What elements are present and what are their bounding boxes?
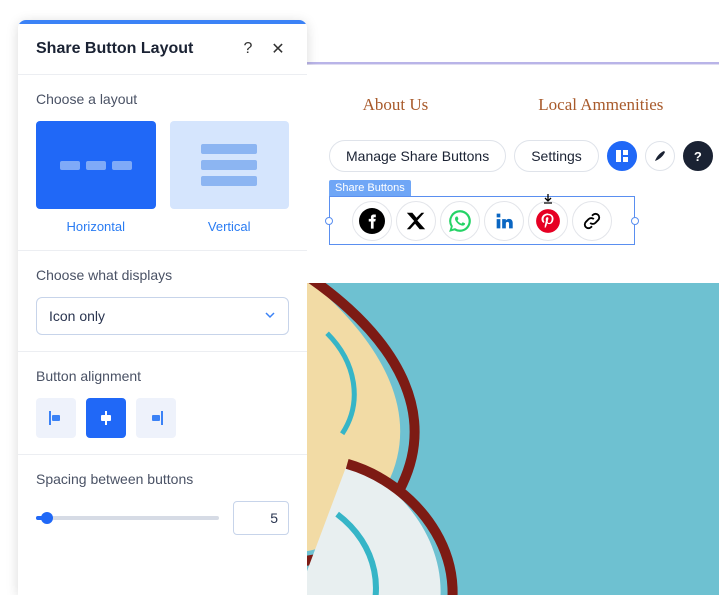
pinterest-icon[interactable] bbox=[528, 201, 568, 241]
manage-share-button[interactable]: Manage Share Buttons bbox=[329, 140, 506, 172]
spacing-label: Spacing between buttons bbox=[36, 471, 289, 487]
x-twitter-icon[interactable] bbox=[396, 201, 436, 241]
nav-about[interactable]: About Us bbox=[363, 95, 429, 115]
displays-select[interactable]: Icon only bbox=[36, 297, 289, 335]
alignment-label: Button alignment bbox=[36, 368, 289, 384]
resize-handle-right[interactable] bbox=[631, 217, 639, 225]
align-right-button[interactable] bbox=[136, 398, 176, 438]
layout-preview-horizontal bbox=[36, 121, 156, 209]
align-left-button[interactable] bbox=[36, 398, 76, 438]
displays-label: Choose what displays bbox=[36, 267, 289, 283]
layout-preview-vertical bbox=[170, 121, 290, 209]
help-icon[interactable]: ? bbox=[237, 38, 259, 60]
layout-option-label: Vertical bbox=[208, 219, 251, 234]
linkedin-icon[interactable] bbox=[484, 201, 524, 241]
hero-image bbox=[307, 283, 719, 595]
share-layout-panel: Share Button Layout ? ✕ Choose a layout … bbox=[18, 20, 307, 595]
download-indicator-icon bbox=[542, 192, 554, 210]
layout-label: Choose a layout bbox=[36, 91, 289, 107]
close-icon[interactable]: ✕ bbox=[267, 38, 289, 60]
panel-title: Share Button Layout bbox=[36, 40, 229, 58]
alignment-section: Button alignment bbox=[18, 352, 307, 455]
brush-icon[interactable] bbox=[645, 141, 675, 171]
chevron-down-icon bbox=[264, 308, 276, 324]
spacing-section: Spacing between buttons bbox=[18, 455, 307, 551]
site-nav: About Us Local Ammenities bbox=[307, 65, 719, 115]
widget-badge: Share Buttons bbox=[329, 180, 411, 196]
layout-option-horizontal[interactable]: Horizontal bbox=[36, 121, 156, 234]
help-circle-icon[interactable]: ? bbox=[683, 141, 713, 171]
layout-option-vertical[interactable]: Vertical bbox=[170, 121, 290, 234]
displays-value: Icon only bbox=[49, 308, 105, 324]
panel-header: Share Button Layout ? ✕ bbox=[18, 24, 307, 75]
design-icon[interactable] bbox=[607, 141, 637, 171]
link-icon[interactable] bbox=[572, 201, 612, 241]
layout-section: Choose a layout Horizontal Vertical bbox=[18, 75, 307, 251]
spacing-input[interactable] bbox=[233, 501, 289, 535]
resize-handle-left[interactable] bbox=[325, 217, 333, 225]
nav-amenities[interactable]: Local Ammenities bbox=[538, 95, 663, 115]
displays-section: Choose what displays Icon only bbox=[18, 251, 307, 352]
whatsapp-icon[interactable] bbox=[440, 201, 480, 241]
share-buttons-widget[interactable] bbox=[329, 196, 635, 245]
widget-toolbar: Manage Share Buttons Settings ? bbox=[329, 140, 713, 172]
layout-option-label: Horizontal bbox=[66, 219, 125, 234]
settings-button[interactable]: Settings bbox=[514, 140, 599, 172]
canvas-area: About Us Local Ammenities Manage Share B… bbox=[307, 65, 719, 595]
spacing-slider[interactable] bbox=[36, 516, 219, 520]
align-center-button[interactable] bbox=[86, 398, 126, 438]
facebook-icon[interactable] bbox=[352, 201, 392, 241]
